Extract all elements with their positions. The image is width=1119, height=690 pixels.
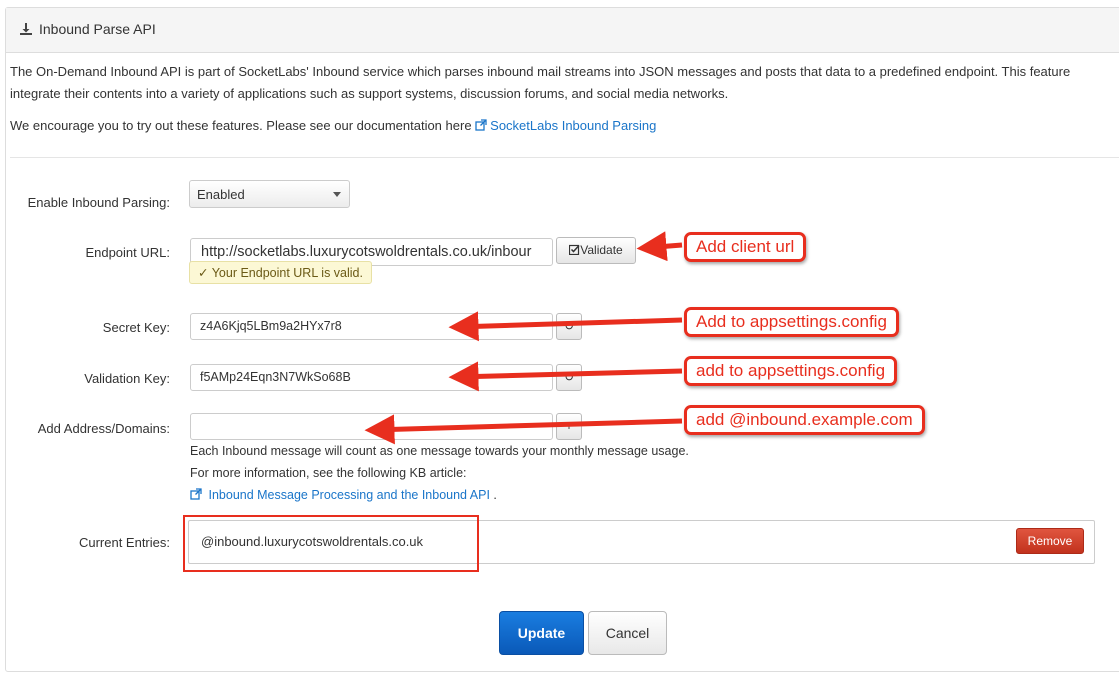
encourage-text: We encourage you to try out these featur… (10, 118, 656, 133)
download-icon (20, 23, 32, 35)
validation-key-label: Validation Key: (84, 371, 170, 386)
kb-suffix: . (489, 488, 497, 502)
panel-heading: Inbound Parse API (6, 8, 1119, 53)
doc-link-text: SocketLabs Inbound Parsing (490, 118, 657, 133)
enable-parsing-label: Enable Inbound Parsing: (27, 195, 170, 210)
refresh-icon: ↻ (563, 319, 575, 333)
annotation-validation-key: add to appsettings.config (684, 356, 898, 386)
regenerate-validation-button[interactable]: ↻ (556, 364, 582, 391)
annotation-domain: add @inbound.example.com (684, 405, 925, 435)
update-button[interactable]: Update (499, 611, 584, 655)
annotation-secret-key: Add to appsettings.config (684, 307, 899, 337)
panel-title: Inbound Parse API (39, 21, 156, 37)
kb-article-link[interactable]: Inbound Message Processing and the Inbou… (190, 488, 490, 502)
kb-article-link-text: Inbound Message Processing and the Inbou… (208, 488, 490, 502)
add-address-button[interactable]: + (556, 413, 582, 440)
refresh-icon: ↻ (563, 370, 575, 384)
checkbox-icon (569, 244, 580, 256)
external-link-icon (475, 119, 487, 131)
check-icon: ✓ (198, 266, 209, 280)
kb-article-line: Inbound Message Processing and the Inbou… (190, 488, 497, 502)
endpoint-valid-message: ✓ Your Endpoint URL is valid. (189, 261, 372, 284)
add-address-label: Add Address/Domains: (37, 421, 170, 436)
endpoint-valid-text: Your Endpoint URL is valid. (211, 266, 363, 280)
validate-button-label: Validate (580, 243, 623, 257)
enable-parsing-select[interactable]: Enabled (189, 180, 350, 208)
encourage-label: We encourage you to try out these featur… (10, 118, 476, 133)
enable-parsing-value: Enabled (197, 187, 245, 202)
add-address-input[interactable] (190, 413, 553, 440)
secret-key-input[interactable]: z4A6Kjq5LBm9a2HYx7r8 (190, 313, 553, 340)
validate-button[interactable]: Validate (556, 237, 636, 264)
regenerate-secret-button[interactable]: ↻ (556, 313, 582, 340)
secret-key-label: Secret Key: (102, 320, 170, 335)
description-line-1: The On-Demand Inbound API is part of Soc… (10, 64, 1071, 79)
annotation-client-url: Add client url (684, 232, 807, 262)
endpoint-url-label: Endpoint URL: (85, 245, 170, 260)
usage-note: Each Inbound message will count as one m… (190, 444, 689, 458)
doc-link[interactable]: SocketLabs Inbound Parsing (475, 118, 656, 133)
external-link-icon (190, 488, 202, 500)
remove-entry-button[interactable]: Remove (1016, 528, 1084, 554)
caret-down-icon (333, 192, 341, 197)
section-divider (10, 157, 1119, 158)
entry-highlight-box (183, 515, 479, 572)
current-entries-label: Current Entries: (78, 535, 170, 550)
cancel-button[interactable]: Cancel (588, 611, 667, 655)
more-info-note: For more information, see the following … (190, 466, 467, 480)
plus-icon: + (565, 419, 573, 433)
validation-key-input[interactable]: f5AMp24Eqn3N7WkSo68B (190, 364, 553, 391)
description-line-2: integrate their contents into a variety … (10, 86, 729, 101)
